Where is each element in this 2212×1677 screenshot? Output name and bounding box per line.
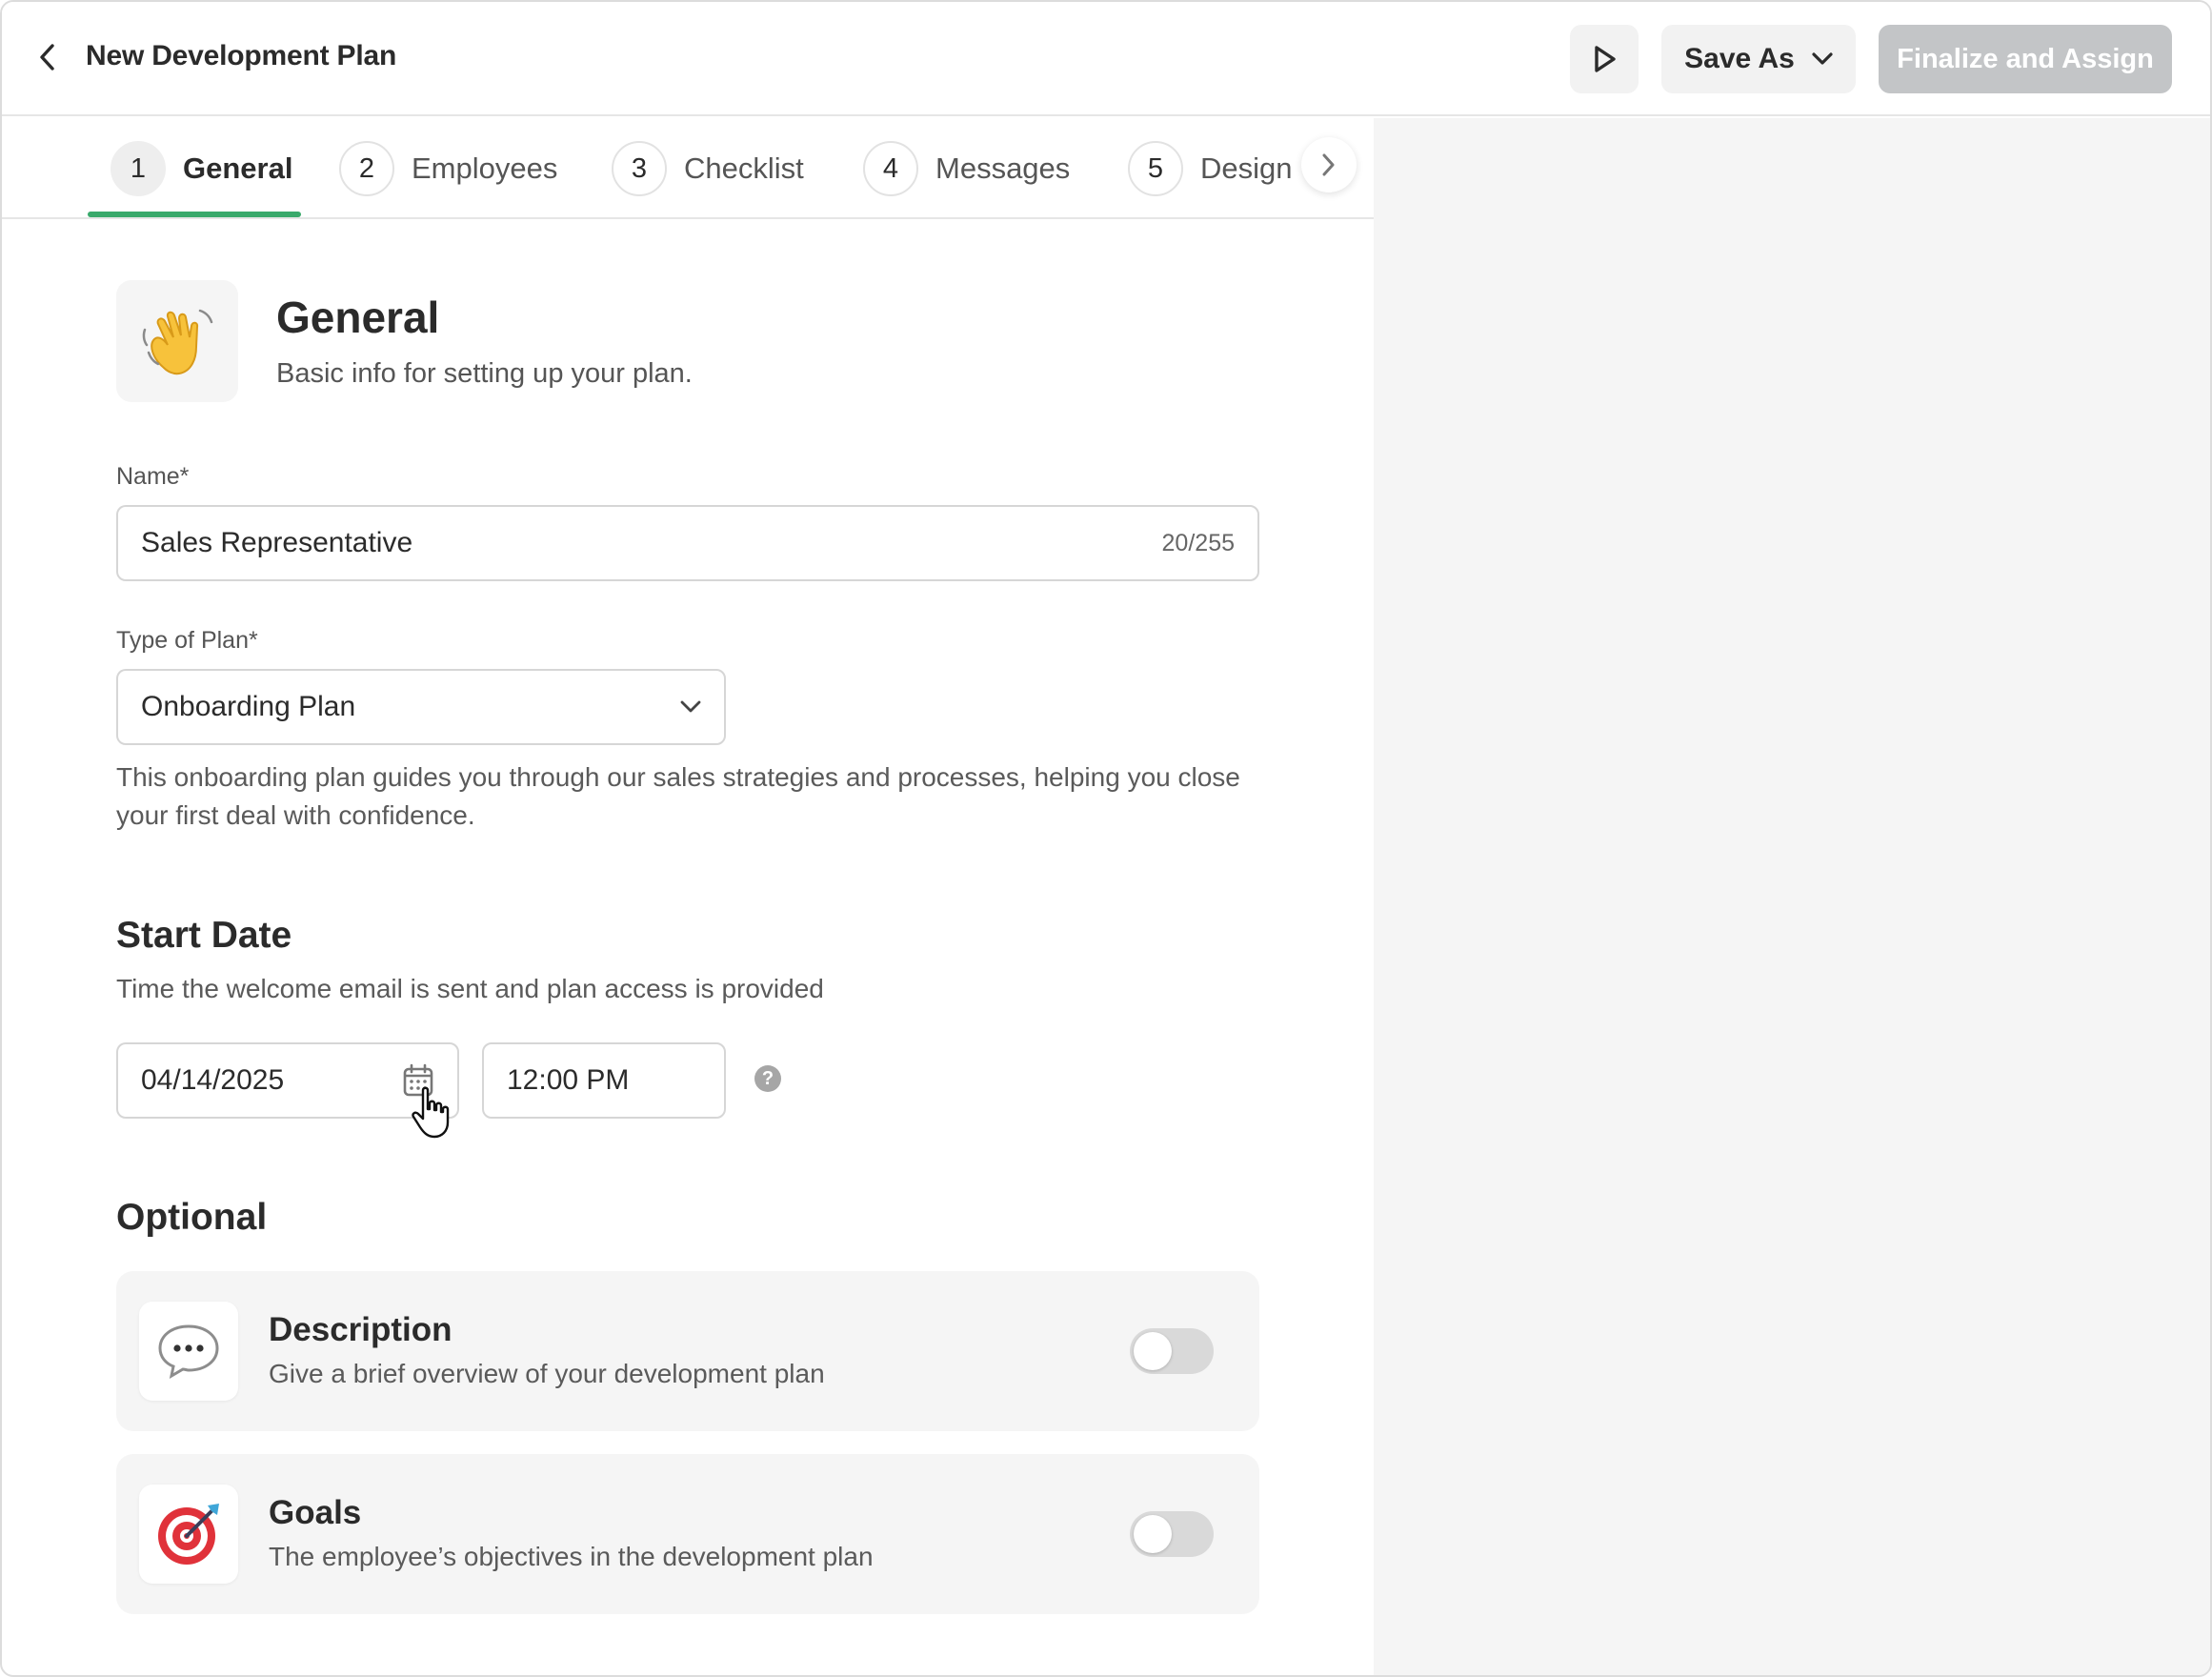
character-counter: 20/255 [1161, 529, 1235, 556]
step-tabs: 1 General 2 Employees 3 Checklist 4 Mess… [2, 118, 1374, 219]
tab-design[interactable]: 5 Design [1128, 141, 1293, 196]
plan-type-select[interactable]: Onboarding Plan [116, 669, 726, 745]
step-label: Employees [412, 152, 558, 185]
description-toggle[interactable] [1130, 1328, 1214, 1374]
tab-general[interactable]: 1 General [111, 141, 292, 196]
top-bar: New Development Plan Save As Finalize an… [2, 2, 2210, 116]
preview-button[interactable] [1570, 25, 1639, 93]
help-icon[interactable]: ? [754, 1065, 781, 1092]
start-date-field[interactable]: 04/14/2025 [116, 1042, 459, 1119]
optional-title: Optional [116, 1197, 268, 1238]
section-title: General [276, 293, 440, 342]
speech-bubble-icon [139, 1302, 238, 1401]
step-number: 3 [612, 141, 667, 196]
start-date-title: Start Date [116, 915, 292, 956]
calendar-icon[interactable] [402, 1063, 434, 1098]
app-window: New Development Plan Save As Finalize an… [0, 0, 2212, 1677]
active-tab-indicator [88, 212, 301, 217]
tabs-scroll-right-button[interactable] [1301, 137, 1357, 192]
step-label: Checklist [684, 152, 804, 185]
goals-title: Goals [269, 1494, 362, 1531]
chevron-left-icon [40, 44, 54, 71]
save-as-label: Save As [1684, 43, 1795, 74]
preview-panel [1374, 118, 2210, 1675]
save-as-button[interactable]: Save As [1661, 25, 1856, 93]
optional-description-card: Description Give a brief overview of you… [116, 1271, 1259, 1431]
toggle-knob [1134, 1515, 1172, 1553]
start-date-value: 04/14/2025 [141, 1064, 285, 1096]
tab-messages[interactable]: 4 Messages [863, 141, 1070, 196]
waving-hand-icon [116, 280, 238, 402]
section-subtitle: Basic info for setting up your plan. [276, 358, 693, 389]
step-label: Design [1200, 152, 1293, 185]
step-number: 2 [339, 141, 394, 196]
start-time-field[interactable]: 12:00 PM [482, 1042, 726, 1119]
toggle-knob [1134, 1332, 1172, 1370]
start-time-value: 12:00 PM [507, 1064, 630, 1096]
optional-goals-card: Goals The employee’s objectives in the d… [116, 1454, 1259, 1614]
description-title: Description [269, 1311, 452, 1348]
chevron-down-icon [680, 700, 701, 713]
page-title: New Development Plan [86, 40, 397, 71]
finalize-and-assign-button[interactable]: Finalize and Assign [1879, 25, 2172, 93]
plan-type-label: Type of Plan* [116, 627, 258, 654]
step-number: 5 [1128, 141, 1183, 196]
plan-type-helper: This onboarding plan guides you through … [116, 762, 1240, 830]
tab-checklist[interactable]: 3 Checklist [612, 141, 804, 196]
name-label: Name* [116, 463, 190, 490]
chevron-right-icon [1322, 153, 1335, 176]
back-button[interactable] [30, 40, 65, 74]
step-label: Messages [935, 152, 1071, 185]
start-date-subtitle: Time the welcome email is sent and plan … [116, 974, 824, 1003]
target-icon [139, 1485, 238, 1584]
form-content: General Basic info for setting up your p… [2, 219, 1374, 1675]
plan-type-value: Onboarding Plan [141, 691, 356, 722]
name-field[interactable]: Sales Representative 20/255 [116, 505, 1259, 581]
step-label: General [183, 152, 293, 185]
step-number: 4 [863, 141, 918, 196]
tab-employees[interactable]: 2 Employees [339, 141, 557, 196]
play-icon [1595, 46, 1616, 72]
chevron-down-icon [1812, 52, 1833, 65]
description-subtitle: Give a brief overview of your developmen… [269, 1359, 825, 1388]
name-value: Sales Representative [141, 527, 413, 558]
step-number: 1 [111, 141, 166, 196]
goals-toggle[interactable] [1130, 1511, 1214, 1557]
goals-subtitle: The employee’s objectives in the develop… [269, 1542, 874, 1571]
